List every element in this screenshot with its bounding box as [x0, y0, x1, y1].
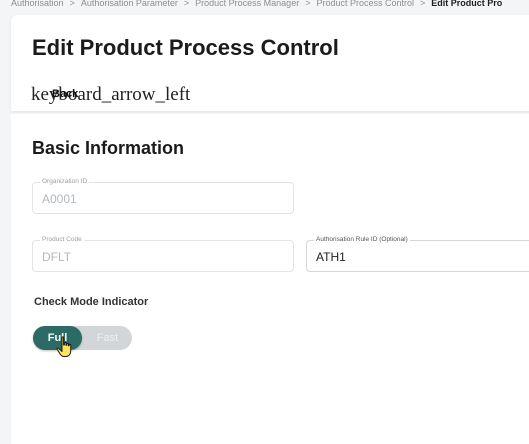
breadcrumb-separator: > — [420, 0, 426, 8]
product-code-field: Product Code DFLT — [32, 236, 294, 272]
breadcrumb: Authorisation > Authorisation Parameter … — [11, 0, 502, 9]
page-title: Edit Product Process Control — [32, 35, 339, 60]
breadcrumb-item-current: Edit Product Pro — [431, 0, 503, 8]
breadcrumb-item-authorisation[interactable]: Authorisation — [11, 0, 64, 8]
check-mode-option-fast[interactable]: Fast — [83, 326, 132, 350]
back-label: Back — [52, 88, 79, 100]
breadcrumb-separator: > — [183, 0, 190, 8]
organization-id-value: A0001 — [42, 192, 77, 206]
section-title: Basic Information — [32, 138, 185, 158]
header-card: Edit Product Process Control keyboard_ar… — [11, 15, 529, 111]
product-code-label: Product Code — [40, 236, 84, 243]
product-code-value: DFLT — [42, 250, 72, 264]
authorisation-rule-id-label: Authorisation Rule ID (Optional) — [314, 236, 410, 243]
breadcrumb-separator: > — [69, 0, 75, 8]
breadcrumb-item-product-process-manager[interactable]: Product Process Manager — [195, 0, 299, 8]
breadcrumb-separator: > — [305, 0, 311, 8]
organization-id-label: Organization ID — [40, 178, 90, 185]
check-mode-option-full[interactable]: Full — [33, 326, 82, 350]
breadcrumb-item-authorisation-parameter[interactable]: Authorisation Parameter — [81, 0, 178, 8]
breadcrumb-item-product-process-control[interactable]: Product Process Control — [316, 0, 414, 8]
check-mode-indicator-label: Check Mode Indicator — [34, 296, 149, 308]
authorisation-rule-id-value[interactable]: ATH1 — [316, 250, 346, 264]
organization-id-field: Organization ID A0001 — [32, 178, 294, 214]
check-mode-toggle[interactable]: Full Fast — [33, 326, 132, 350]
back-button[interactable]: keyboard_arrow_left Back — [31, 84, 190, 105]
basic-information-card: Basic Information Organization ID A0001 … — [11, 114, 529, 444]
authorisation-rule-id-field[interactable]: Authorisation Rule ID (Optional) ATH1 — [306, 236, 529, 272]
